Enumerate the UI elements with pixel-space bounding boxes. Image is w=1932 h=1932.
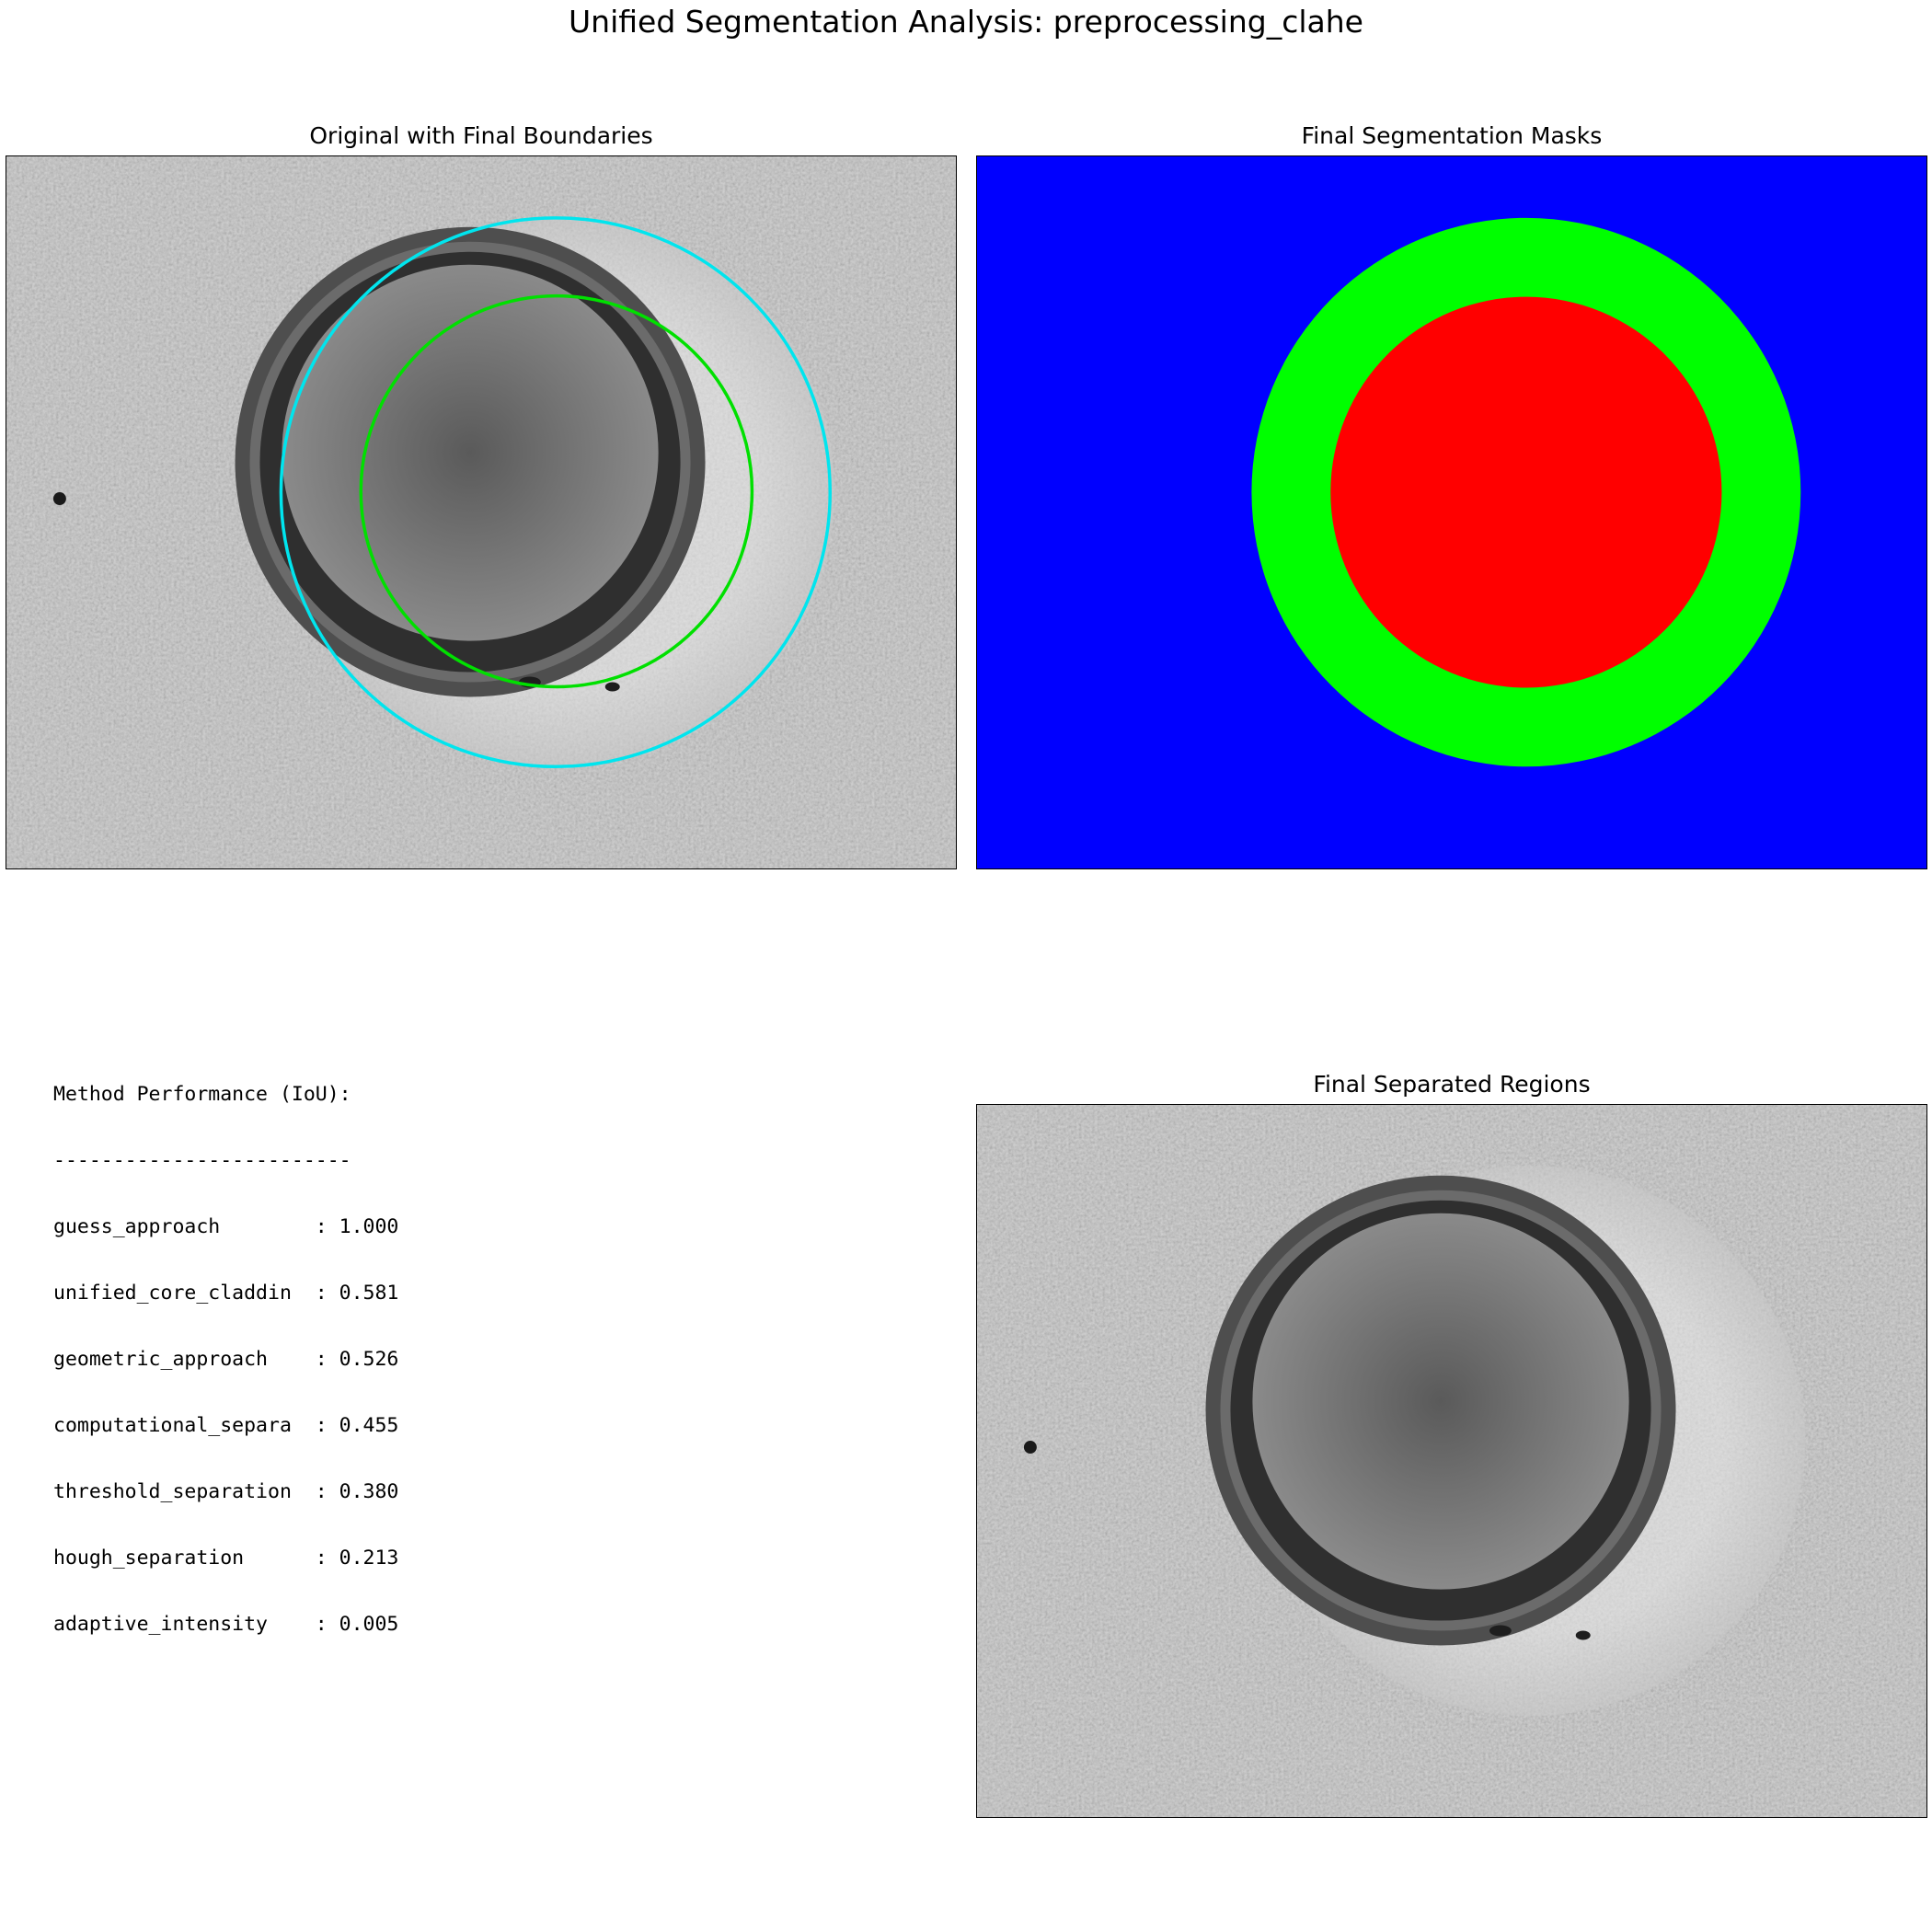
performance-row: threshold_separation : 0.380 — [53, 1480, 399, 1503]
performance-row: geometric_approach : 0.526 — [53, 1348, 399, 1371]
performance-separator: ------------------------- — [53, 1149, 351, 1172]
performance-heading: Method Performance (IoU): — [53, 1083, 351, 1106]
figure-title: Unified Segmentation Analysis: preproces… — [569, 4, 1363, 40]
regions-panel-title: Final Separated Regions — [1313, 1071, 1591, 1098]
performance-row: computational_separa : 0.455 — [53, 1414, 399, 1437]
core-mask — [1330, 296, 1722, 688]
performance-row: hough_separation : 0.213 — [53, 1547, 399, 1570]
method-performance-text: Method Performance (IoU): --------------… — [53, 1040, 398, 1658]
original-panel-title: Original with Final Boundaries — [309, 122, 653, 149]
performance-row: guess_approach : 1.000 — [53, 1215, 399, 1238]
performance-row: unified_core_claddin : 0.581 — [53, 1282, 399, 1305]
fiber-core-area — [282, 264, 659, 641]
separated-regions-image — [976, 1104, 1927, 1818]
segmentation-masks-image — [976, 155, 1927, 869]
fiber-core-area — [1252, 1213, 1629, 1590]
original-with-boundaries-image — [6, 155, 957, 869]
masks-panel-title: Final Segmentation Masks — [1301, 122, 1603, 149]
performance-row: adaptive_intensity : 0.005 — [53, 1613, 399, 1636]
